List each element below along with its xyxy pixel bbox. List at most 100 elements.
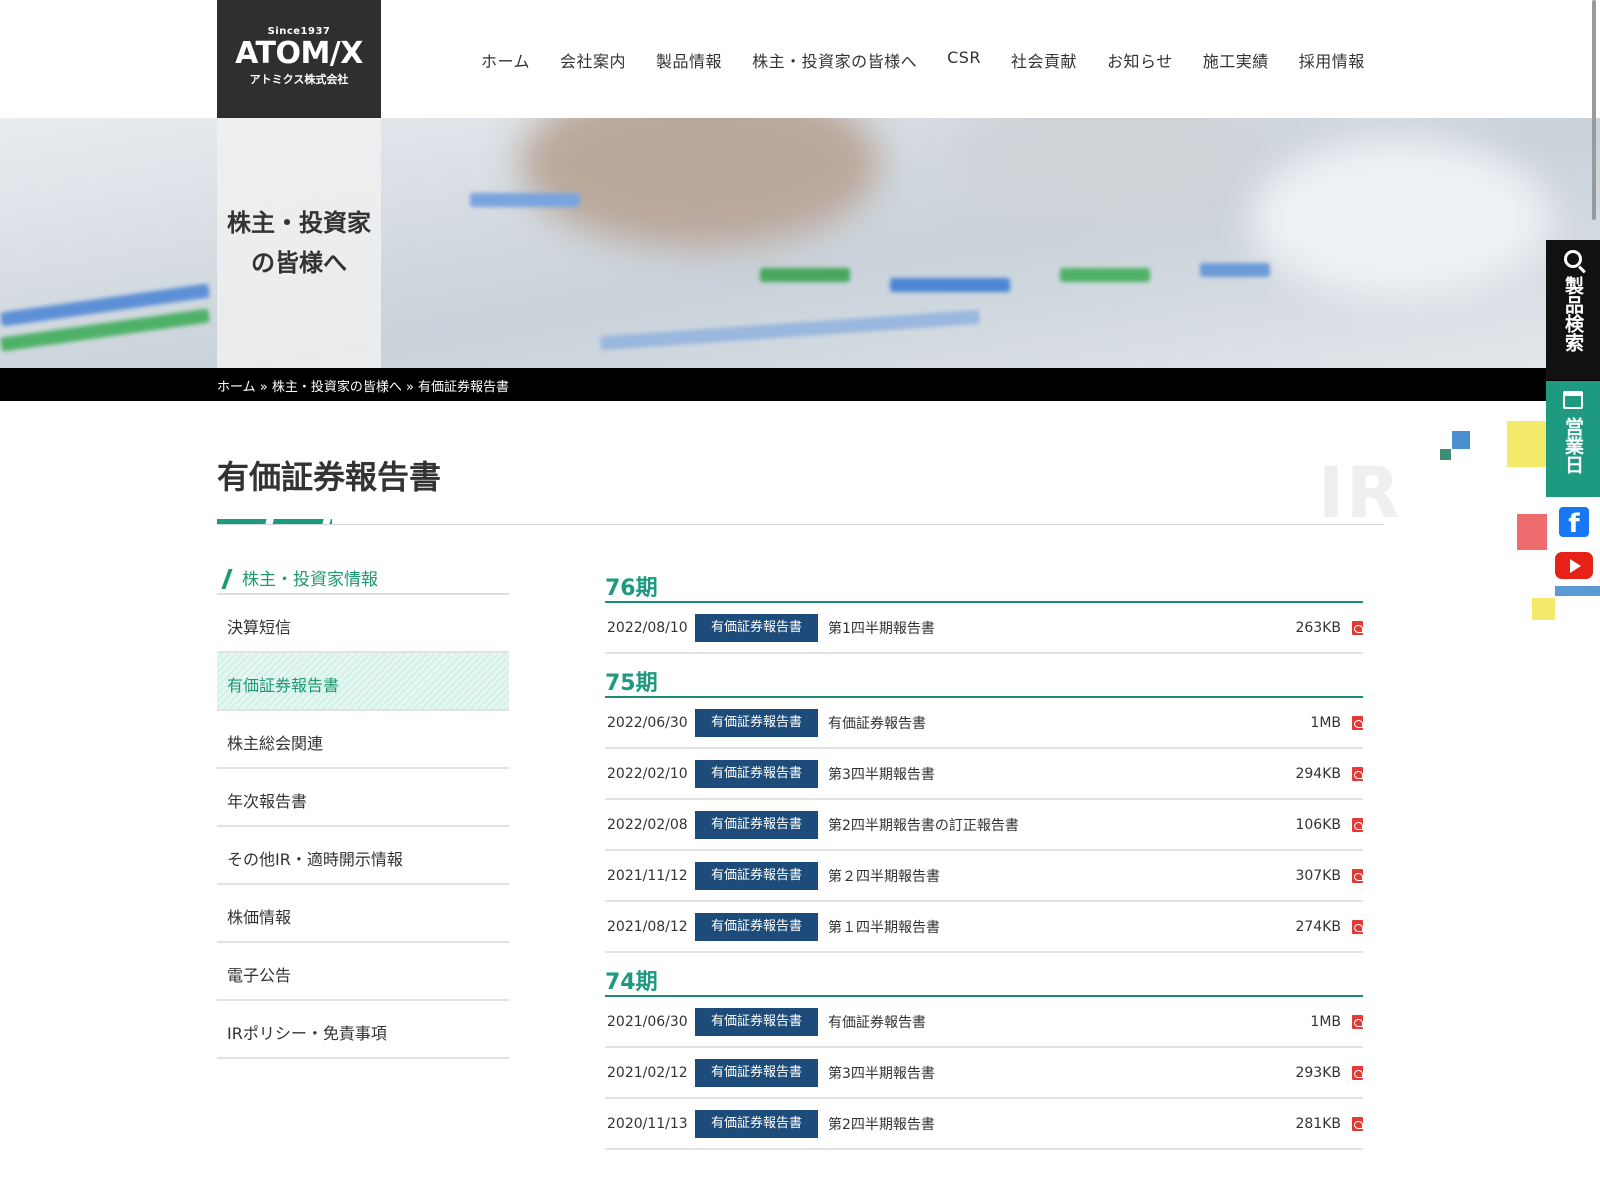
sidebar: 株主・投資家情報 決算短信 有価証券報告書 株主総会関連 年次報告書 その他IR…	[217, 565, 509, 1059]
pdf-icon[interactable]	[1352, 620, 1363, 635]
decorative-bar-blue	[1555, 586, 1600, 596]
document-title-link[interactable]: 第１四半期報告書	[828, 917, 940, 937]
pdf-icon[interactable]	[1352, 1116, 1363, 1131]
decorative-square-yellow	[1507, 421, 1551, 467]
nav-social-contribution[interactable]: 社会貢献	[1011, 48, 1077, 72]
decorative-square-yellow-small	[1532, 598, 1555, 620]
pdf-icon[interactable]	[1352, 919, 1363, 934]
sidebar-item-earnings-summary[interactable]: 決算短信	[217, 595, 509, 653]
document-category-badge: 有価証券報告書	[695, 810, 818, 839]
document-file-size: 307KB	[1295, 867, 1341, 884]
product-search-label: 製品検索	[1562, 276, 1584, 352]
sidebar-item-annual-report[interactable]: 年次報告書	[217, 769, 509, 827]
hero-title-box: 株主・投資家 の皆様へ	[217, 118, 381, 368]
sidebar-heading[interactable]: 株主・投資家情報	[217, 565, 509, 595]
title-accent-stripes	[217, 519, 332, 524]
document-category-badge: 有価証券報告書	[695, 1058, 818, 1087]
nav-works[interactable]: 施工実績	[1203, 48, 1269, 72]
hero-title-line1: 株主・投資家	[227, 209, 371, 237]
document-date: 2022/06/30	[607, 714, 688, 731]
nav-home[interactable]: ホーム	[481, 48, 530, 72]
decorative-square-blue	[1452, 431, 1470, 449]
page-title-watermark: IR	[1318, 452, 1402, 534]
document-date: 2021/06/30	[607, 1013, 688, 1030]
pdf-icon[interactable]	[1352, 766, 1363, 781]
page-title: 有価証券報告書	[217, 458, 442, 496]
product-search-tab[interactable]: 製品検索	[1546, 240, 1600, 380]
document-title-link[interactable]: 有価証券報告書	[828, 1012, 926, 1032]
pdf-icon[interactable]	[1352, 1014, 1363, 1029]
sidebar-item-stock-price[interactable]: 株価情報	[217, 885, 509, 943]
document-file-size: 294KB	[1295, 765, 1341, 782]
title-divider	[217, 524, 1384, 525]
document-date: 2021/08/12	[607, 918, 688, 935]
hero-title: 株主・投資家 の皆様へ	[227, 203, 371, 283]
main-nav: ホーム 会社案内 製品情報 株主・投資家の皆様へ CSR 社会貢献 お知らせ 施…	[481, 48, 1395, 72]
business-days-tab[interactable]: 営業日	[1546, 381, 1600, 497]
document-row[interactable]: 2022/08/10 有価証券報告書 第1四半期報告書 263KB	[605, 603, 1363, 654]
document-title-link[interactable]: 第２四半期報告書	[828, 866, 940, 886]
sidebar-item-securities-report[interactable]: 有価証券報告書	[217, 653, 509, 711]
calendar-icon	[1563, 391, 1583, 409]
document-row[interactable]: 2021/02/12 有価証券報告書 第3四半期報告書 293KB	[605, 1048, 1363, 1099]
logo-mark: ATOM/X	[235, 36, 363, 71]
youtube-icon[interactable]	[1555, 552, 1593, 579]
document-title-link[interactable]: 第3四半期報告書	[828, 764, 935, 784]
document-row[interactable]: 2021/11/12 有価証券報告書 第２四半期報告書 307KB	[605, 851, 1363, 902]
hero-title-line2: の皆様へ	[251, 249, 347, 277]
document-title-link[interactable]: 第3四半期報告書	[828, 1063, 935, 1083]
sidebar-item-other-ir[interactable]: その他IR・適時開示情報	[217, 827, 509, 885]
sidebar-item-electronic-notice[interactable]: 電子公告	[217, 943, 509, 1001]
nav-recruit[interactable]: 採用情報	[1299, 48, 1365, 72]
nav-company[interactable]: 会社案内	[560, 48, 626, 72]
period-heading: 75期	[605, 660, 1363, 698]
pdf-icon[interactable]	[1352, 868, 1363, 883]
document-title-link[interactable]: 第2四半期報告書	[828, 1114, 935, 1134]
document-date: 2022/08/10	[607, 619, 688, 636]
sidebar-item-shareholders-meeting[interactable]: 株主総会関連	[217, 711, 509, 769]
document-title-link[interactable]: 第2四半期報告書の訂正報告書	[828, 815, 1019, 835]
site-header: Since1937 ATOM/X アトミクス株式会社 ホーム 会社案内 製品情報…	[0, 0, 1600, 118]
document-row[interactable]: 2022/02/10 有価証券報告書 第3四半期報告書 294KB	[605, 749, 1363, 800]
logo-company-name: アトミクス株式会社	[249, 73, 349, 86]
pdf-icon[interactable]	[1352, 1065, 1363, 1080]
document-row[interactable]: 2022/02/08 有価証券報告書 第2四半期報告書の訂正報告書 106KB	[605, 800, 1363, 851]
document-file-size: 281KB	[1295, 1115, 1341, 1132]
scrollbar[interactable]	[1592, 0, 1596, 220]
decorative-square-red	[1517, 514, 1547, 550]
pdf-icon[interactable]	[1352, 817, 1363, 832]
breadcrumb[interactable]: ホーム » 株主・投資家の皆様へ » 有価証券報告書	[217, 376, 509, 395]
document-file-size: 293KB	[1295, 1064, 1341, 1081]
document-category-badge: 有価証券報告書	[695, 1007, 818, 1036]
document-row[interactable]: 2020/11/13 有価証券報告書 第2四半期報告書 281KB	[605, 1099, 1363, 1150]
document-row[interactable]: 2021/08/12 有価証券報告書 第１四半期報告書 274KB	[605, 902, 1363, 953]
nav-products[interactable]: 製品情報	[656, 48, 722, 72]
search-icon	[1564, 250, 1582, 268]
document-title-link[interactable]: 有価証券報告書	[828, 713, 926, 733]
business-days-label: 営業日	[1562, 417, 1584, 474]
nav-news[interactable]: お知らせ	[1107, 48, 1173, 72]
pdf-icon[interactable]	[1352, 715, 1363, 730]
document-date: 2021/02/12	[607, 1064, 688, 1081]
document-date: 2022/02/08	[607, 816, 688, 833]
period-heading: 74期	[605, 959, 1363, 997]
document-category-badge: 有価証券報告書	[695, 861, 818, 890]
document-date: 2021/11/12	[607, 867, 688, 884]
document-title-link[interactable]: 第1四半期報告書	[828, 618, 935, 638]
document-list: 76期 2022/08/10 有価証券報告書 第1四半期報告書 263KB 75…	[605, 565, 1363, 1150]
document-date: 2022/02/10	[607, 765, 688, 782]
nav-investors[interactable]: 株主・投資家の皆様へ	[752, 48, 917, 72]
sidebar-item-ir-policy[interactable]: IRポリシー・免責事項	[217, 1001, 509, 1059]
document-row[interactable]: 2021/06/30 有価証券報告書 有価証券報告書 1MB	[605, 997, 1363, 1048]
period-heading: 76期	[605, 565, 1363, 603]
company-logo[interactable]: Since1937 ATOM/X アトミクス株式会社	[217, 0, 381, 118]
document-file-size: 106KB	[1295, 816, 1341, 833]
nav-csr[interactable]: CSR	[947, 48, 981, 72]
document-row[interactable]: 2022/06/30 有価証券報告書 有価証券報告書 1MB	[605, 698, 1363, 749]
document-date: 2020/11/13	[607, 1115, 688, 1132]
facebook-icon[interactable]: f	[1559, 507, 1589, 539]
document-file-size: 263KB	[1295, 619, 1341, 636]
document-file-size: 1MB	[1310, 714, 1341, 731]
document-category-badge: 有価証券報告書	[695, 759, 818, 788]
document-category-badge: 有価証券報告書	[695, 708, 818, 737]
